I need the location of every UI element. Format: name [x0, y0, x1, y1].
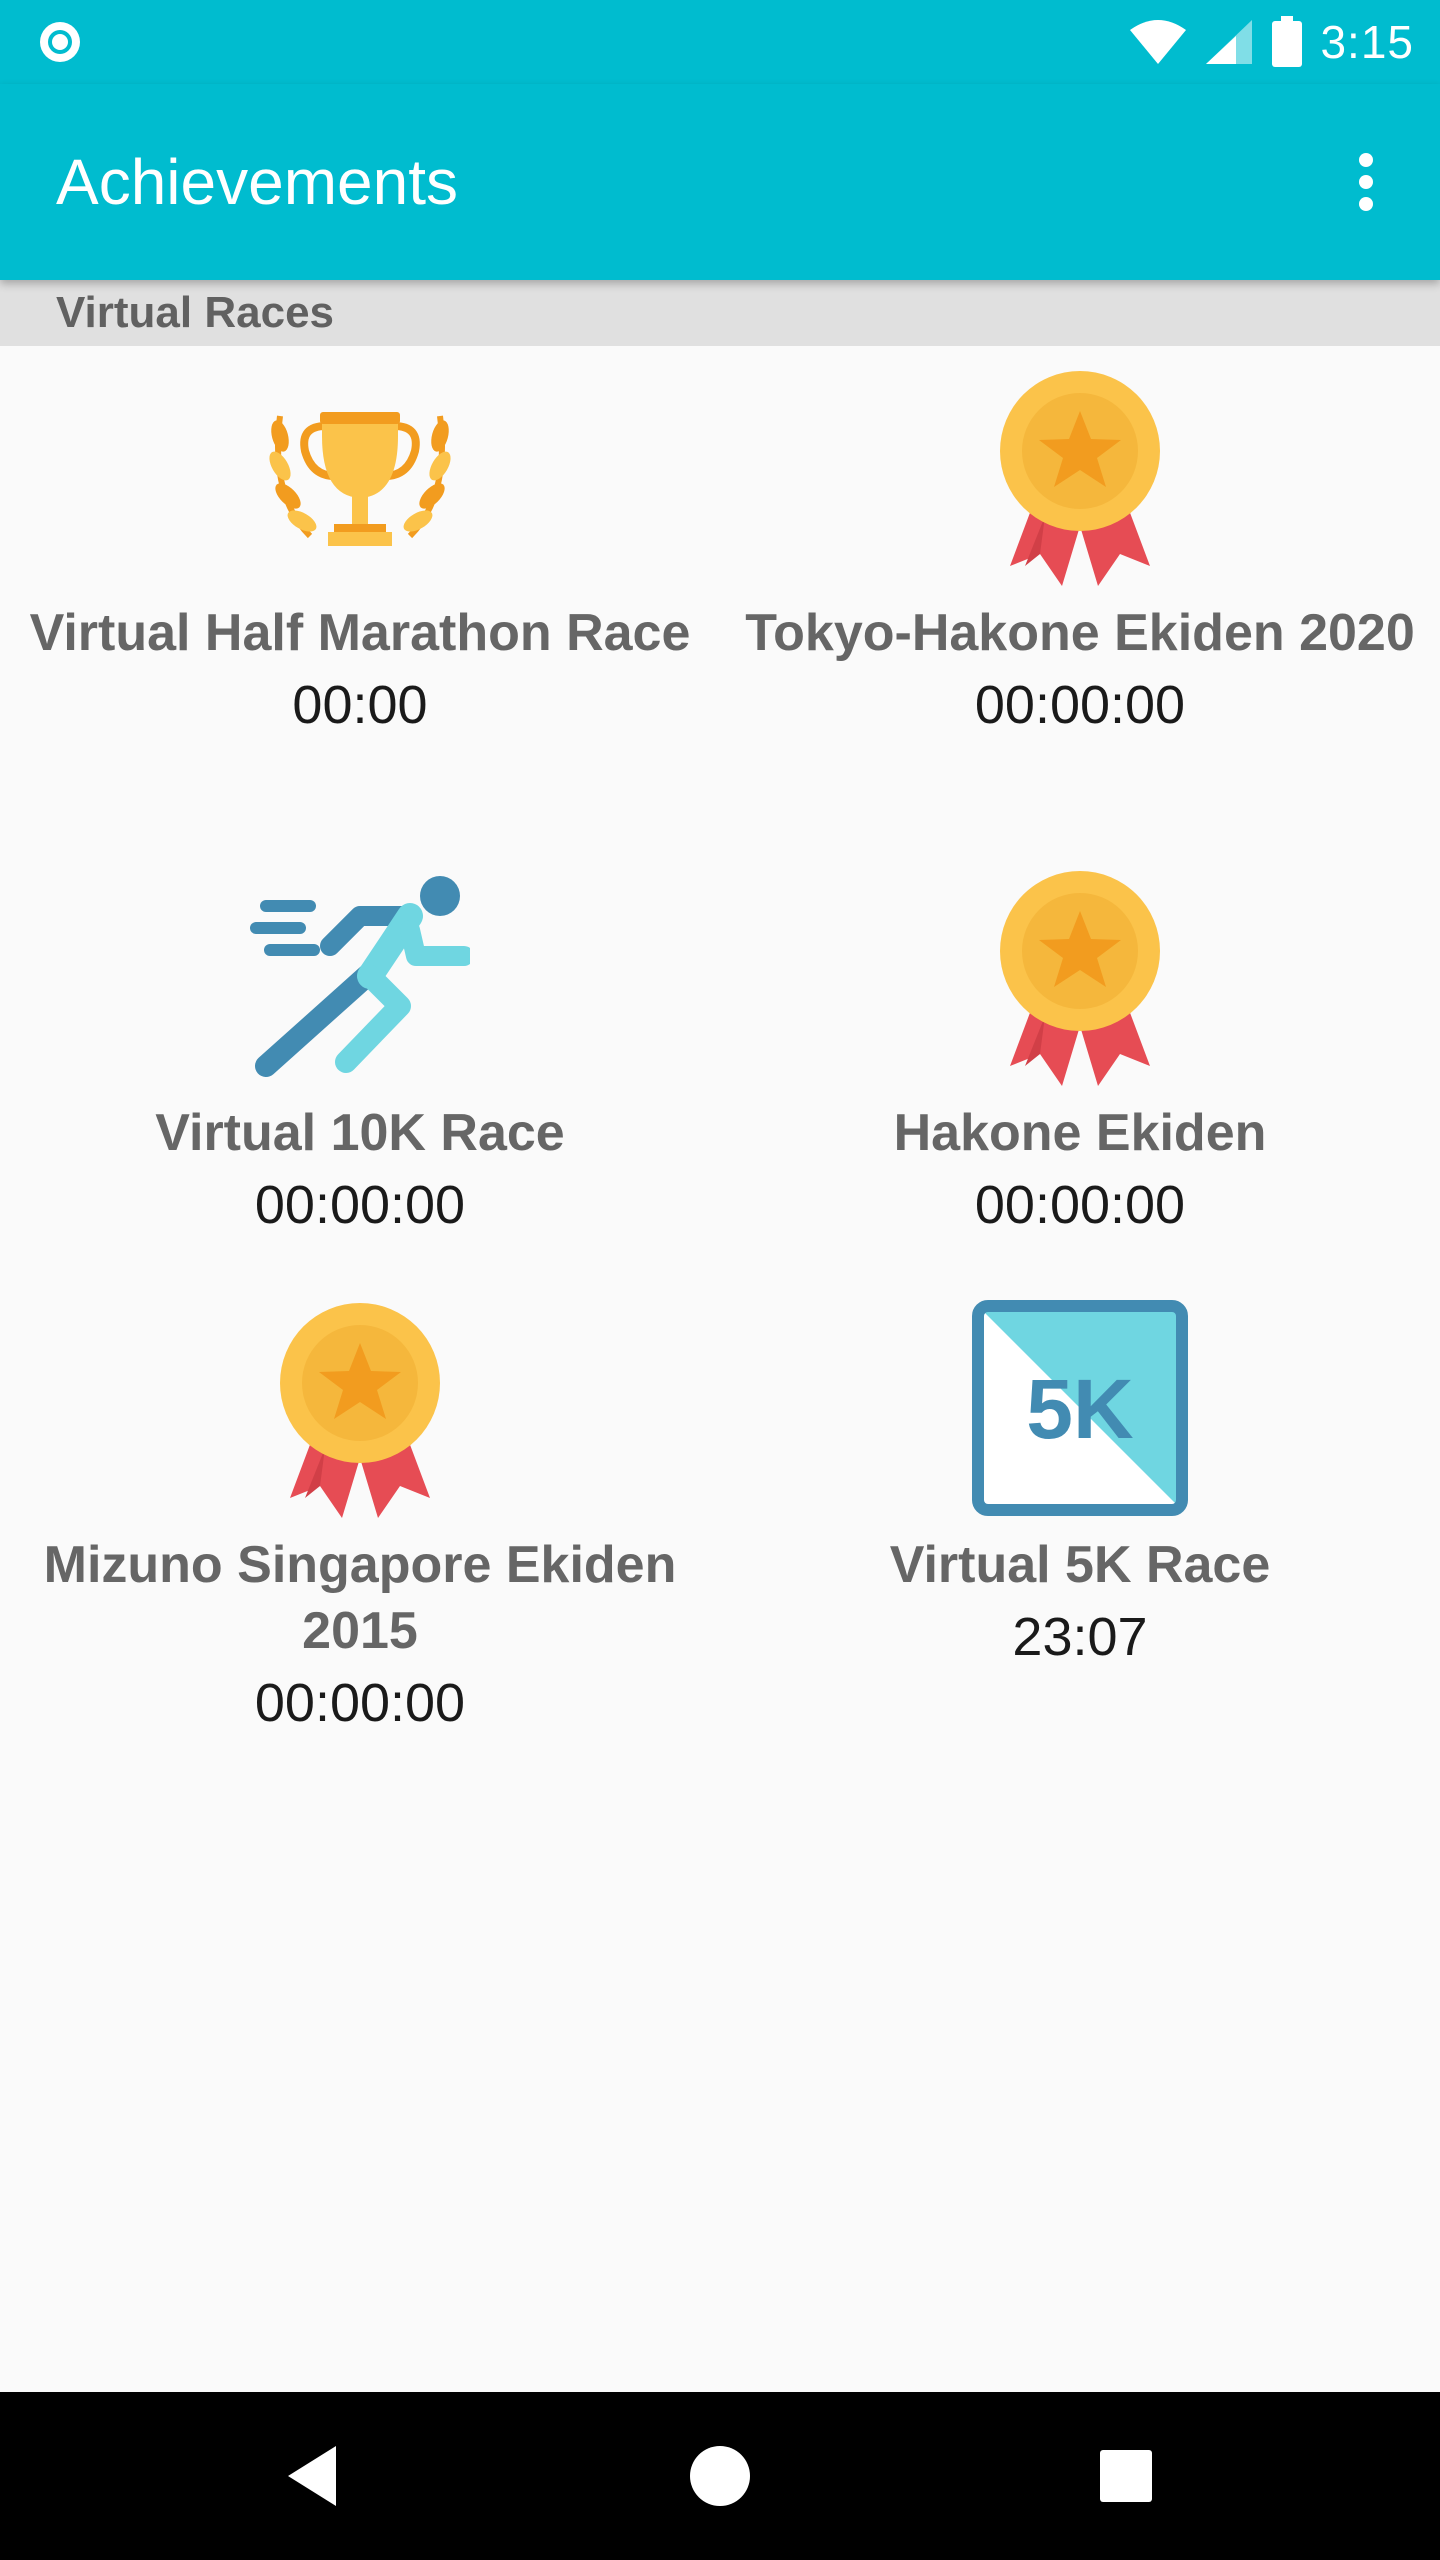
overflow-menu-icon[interactable]	[1326, 142, 1406, 222]
section-title: Virtual Races	[56, 288, 335, 337]
race-time: 23:07	[1012, 1607, 1148, 1667]
race-name: Virtual Half Marathon Race 00:00	[20, 600, 700, 744]
section-header: Virtual Races	[0, 280, 1440, 346]
navigation-bar	[0, 2392, 1440, 2560]
back-icon[interactable]	[276, 2436, 356, 2516]
race-name-label: Virtual Half Marathon Race	[29, 604, 691, 662]
medal-icon	[280, 1303, 440, 1518]
battery-icon	[1272, 16, 1303, 67]
recents-icon[interactable]	[1086, 2436, 1166, 2516]
race-time: 00:00:00	[254, 1673, 466, 1733]
race-name-label: Virtual 5K Race	[889, 1536, 1271, 1594]
race-name: Virtual 10K Race 00:00:00	[20, 1100, 700, 1244]
status-bar: 3:15	[0, 0, 1440, 84]
5k-badge-icon: 5K	[972, 1300, 1188, 1516]
race-name-label: Virtual 10K Race	[155, 1104, 565, 1162]
race-card-mizuno-singapore[interactable]: Mizuno Singapore Ekiden 2015 00:00:00	[0, 1278, 720, 1778]
race-card-5k[interactable]: 5K Virtual 5K Race 23:07	[720, 1278, 1440, 1778]
race-name-label: Mizuno Singapore Ekiden 2015	[43, 1536, 677, 1660]
race-time: 00:00:00	[254, 1175, 466, 1235]
race-card-tokyo-hakone[interactable]: Tokyo-Hakone Ekiden 2020 00:00:00	[720, 346, 1440, 846]
trophy-icon	[269, 412, 451, 546]
race-card-hakone[interactable]: Hakone Ekiden 00:00:00	[720, 846, 1440, 1278]
race-name: Virtual 5K Race 23:07	[740, 1532, 1420, 1676]
race-time: 00:00:00	[974, 675, 1186, 735]
app-notification-icon	[40, 22, 80, 62]
cell-signal-icon	[1206, 20, 1253, 64]
status-icons: 3:15	[1128, 0, 1414, 84]
medal-icon	[1000, 371, 1160, 586]
race-name: Hakone Ekiden 00:00:00	[740, 1100, 1420, 1244]
page-title: Achievements	[56, 146, 458, 218]
status-time: 3:15	[1320, 16, 1414, 68]
achievements-grid: Virtual Half Marathon Race 00:00 Tokyo-H…	[0, 346, 1440, 1778]
home-icon[interactable]	[680, 2436, 760, 2516]
race-time: 00:00	[292, 675, 428, 735]
race-card-half-marathon[interactable]: Virtual Half Marathon Race 00:00	[0, 346, 720, 846]
race-name: Mizuno Singapore Ekiden 2015 00:00:00	[20, 1532, 700, 1742]
race-name: Tokyo-Hakone Ekiden 2020 00:00:00	[740, 600, 1420, 744]
wifi-icon	[1130, 20, 1187, 64]
race-time: 00:00:00	[974, 1175, 1186, 1235]
race-name-label: Hakone Ekiden	[893, 1104, 1267, 1162]
race-card-10k[interactable]: Virtual 10K Race 00:00:00	[0, 846, 720, 1278]
medal-icon	[1000, 871, 1160, 1086]
app-bar: Achievements	[0, 84, 1440, 280]
runner-icon	[250, 876, 470, 1077]
svg-text:5K: 5K	[1026, 1362, 1133, 1456]
race-name-label: Tokyo-Hakone Ekiden 2020	[745, 604, 1415, 662]
